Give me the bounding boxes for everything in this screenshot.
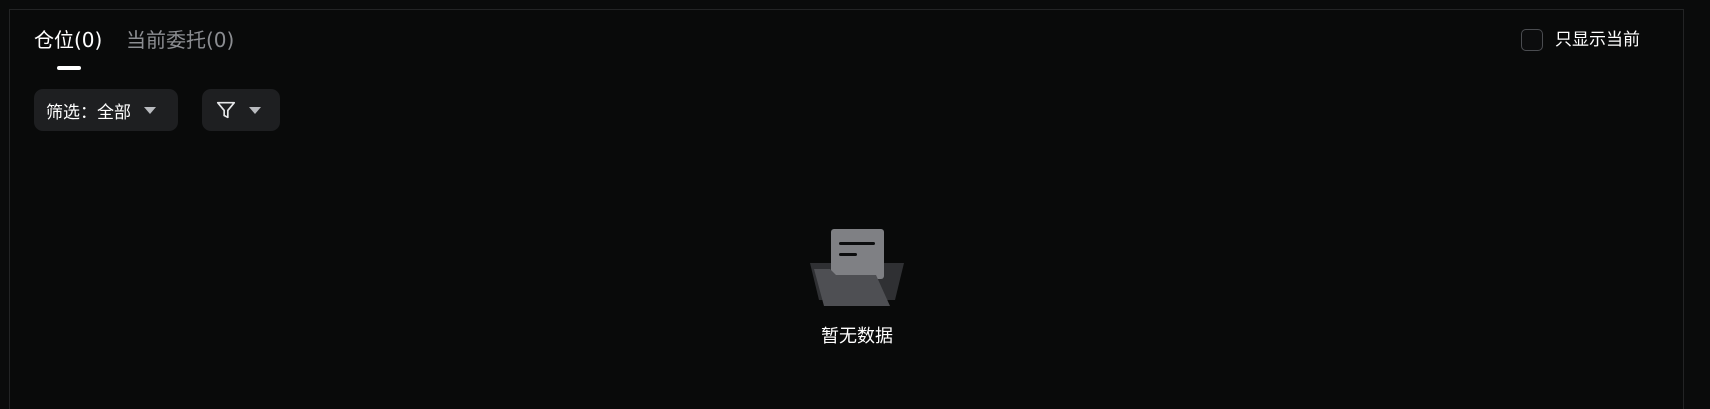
funnel-icon (216, 101, 236, 119)
scope-filter-label: 筛选：全部 (46, 102, 131, 123)
positions-panel (9, 9, 1684, 409)
empty-state-message: 暂无数据 (821, 326, 893, 347)
show-current-toggle[interactable]: 只显示当前 (1521, 29, 1640, 51)
chevron-down-icon (144, 106, 156, 114)
empty-folder-icon (810, 229, 904, 306)
show-current-checkbox[interactable] (1521, 29, 1543, 51)
tab-positions[interactable]: 仓位(0) (34, 26, 102, 54)
tab-current-orders[interactable]: 当前委托(0) (126, 26, 234, 54)
chevron-down-icon (249, 106, 261, 114)
scope-filter-dropdown[interactable]: 筛选：全部 (34, 89, 178, 131)
type-filter-dropdown[interactable] (202, 89, 280, 131)
active-tab-indicator (57, 66, 81, 70)
top-strip (0, 0, 1710, 9)
show-current-label: 只显示当前 (1555, 30, 1640, 50)
